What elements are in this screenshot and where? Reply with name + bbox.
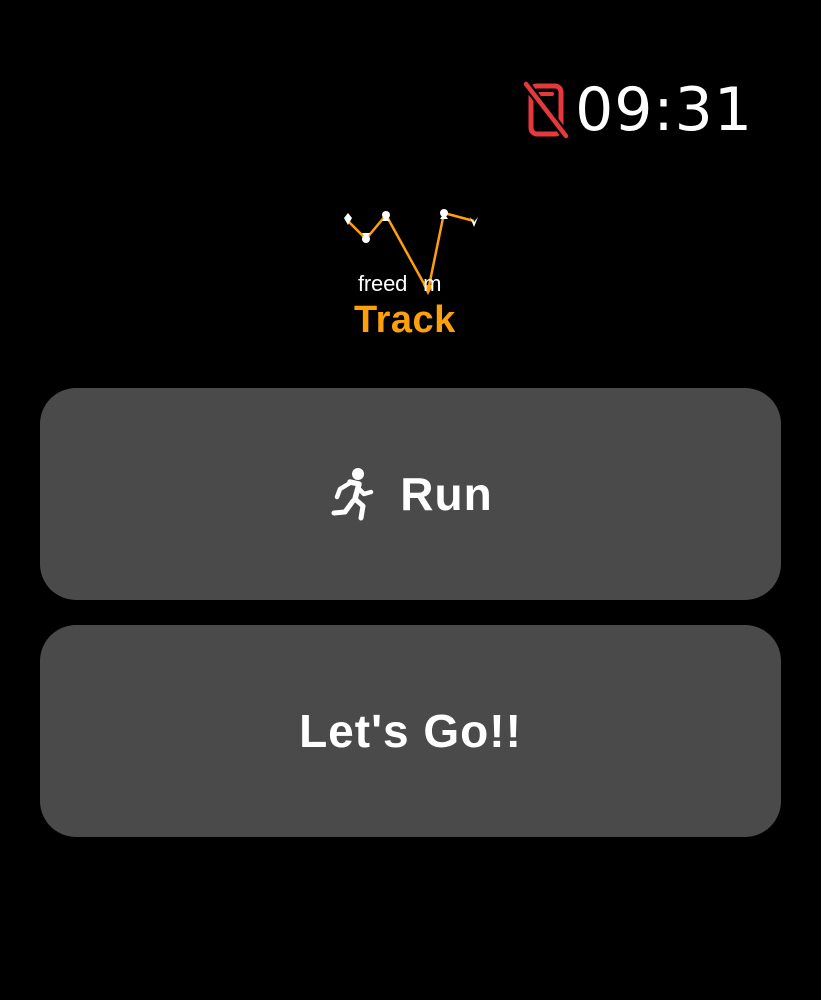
- logo-word-left: freed: [358, 271, 408, 296]
- run-button-label: Run: [400, 468, 493, 520]
- status-bar: 09:31: [523, 70, 753, 150]
- lets-go-button[interactable]: Let's Go!!: [40, 625, 781, 837]
- running-figure-icon: [331, 468, 374, 521]
- run-button[interactable]: Run: [40, 388, 781, 600]
- logo-wordmark: freed m: [358, 271, 441, 297]
- app-logo: freed m Track: [330, 205, 490, 345]
- clock-time: 09:31: [575, 75, 753, 145]
- iphone-disconnected-icon: [523, 80, 570, 140]
- lets-go-button-label: Let's Go!!: [299, 705, 522, 757]
- logo-word-right: m: [423, 271, 442, 296]
- logo-title: Track: [354, 299, 456, 341]
